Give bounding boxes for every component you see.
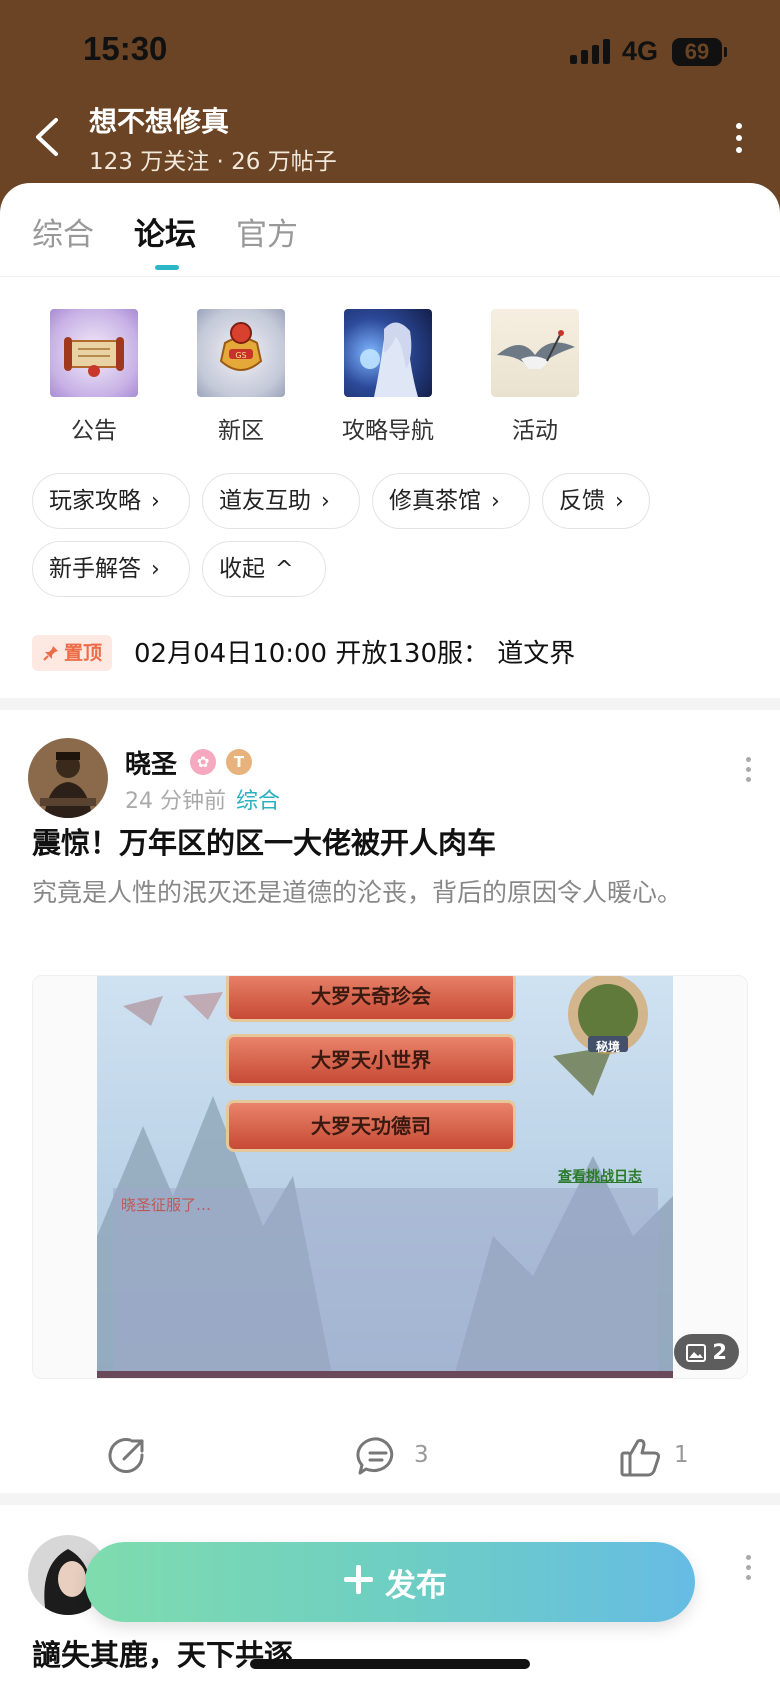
fairy-icon bbox=[344, 309, 432, 397]
crane-icon bbox=[491, 309, 579, 397]
more-options-button[interactable] bbox=[724, 120, 754, 156]
post-card[interactable]: 晓圣 ✿ T 24 分钟前 综合 震惊！万年区的区一大佬被开人肉车 究竟是人性的泯… bbox=[0, 710, 780, 1477]
secret-realm-label: 秘境 bbox=[595, 1040, 620, 1054]
home-indicator bbox=[250, 1659, 530, 1669]
chevron-left-icon bbox=[36, 118, 58, 156]
quick-link-new-server[interactable]: GS 新区 bbox=[186, 309, 296, 445]
challenge-log-link: 查看挑战日志 bbox=[558, 1169, 642, 1185]
status-time: 15:30 bbox=[83, 30, 168, 67]
scroll-icon bbox=[50, 309, 138, 397]
active-tab-indicator bbox=[155, 265, 179, 270]
tab-overview[interactable]: 综合 bbox=[32, 209, 94, 254]
chip-collapse[interactable]: 收起 ^ bbox=[202, 541, 326, 597]
overlay-text: 晓圣征服了… bbox=[121, 1196, 212, 1214]
chip-newbie-qa[interactable]: 新手解答 › bbox=[32, 541, 190, 597]
chip-label: 道友互助 bbox=[219, 488, 311, 514]
chip-label: 收起 bbox=[219, 556, 265, 582]
quick-link-announcement[interactable]: 公告 bbox=[39, 309, 149, 445]
chip-label: 新手解答 bbox=[49, 556, 141, 582]
quick-link-label: 公告 bbox=[71, 418, 117, 444]
post-author[interactable]: 晓圣 bbox=[125, 744, 177, 781]
like-count: 1 bbox=[674, 1442, 689, 1468]
game-button-label: 大罗天奇珍会 bbox=[226, 976, 516, 1022]
back-button[interactable] bbox=[28, 112, 68, 162]
level-badge-icon: ✿ bbox=[190, 749, 216, 775]
post-image[interactable]: 大罗天奇珍会 大罗天小世界 大罗天功德司 秘境 查看挑战日志 晓圣征服了… 2 bbox=[32, 975, 748, 1379]
post-more-button[interactable] bbox=[738, 755, 758, 785]
game-button-label: 大罗天功德司 bbox=[226, 1100, 516, 1152]
pin-icon bbox=[43, 646, 58, 661]
signal-icon bbox=[570, 38, 612, 64]
chevron-right-icon: › bbox=[151, 489, 160, 514]
pinned-post[interactable]: 置顶 02月04日10:00 开放130服： 道文界 bbox=[32, 631, 752, 677]
image-count-badge: 2 bbox=[674, 1334, 739, 1370]
svg-text:GS: GS bbox=[235, 351, 246, 360]
tab-official[interactable]: 官方 bbox=[236, 209, 298, 254]
comment-icon bbox=[356, 1437, 394, 1475]
quick-link-events[interactable]: 活动 bbox=[480, 309, 590, 445]
quick-link-guide-nav[interactable]: 攻略导航 bbox=[333, 309, 443, 445]
chip-mutual-help[interactable]: 道友互助 › bbox=[202, 473, 360, 529]
pinned-badge-label: 置顶 bbox=[64, 642, 103, 664]
chip-label: 玩家攻略 bbox=[49, 488, 141, 514]
chevron-right-icon: › bbox=[151, 557, 160, 582]
chip-label: 修真茶馆 bbox=[389, 488, 481, 514]
chevron-right-icon: › bbox=[491, 489, 500, 514]
post-summary: 究竟是人性的泯灭还是道德的沦丧，背后的原因令人暖心。 bbox=[32, 878, 683, 907]
pinned-title: 02月04日10:00 开放130服： 道文界 bbox=[134, 639, 576, 669]
forum-sheet: 综合 论坛 官方 公告 GS 新区 攻略导航 活动 玩家攻略 › 道友互助 › … bbox=[0, 183, 780, 1688]
share-icon bbox=[108, 1438, 144, 1473]
section-divider bbox=[0, 698, 780, 710]
tab-bar: 综合 论坛 官方 bbox=[0, 183, 780, 277]
quick-link-label: 攻略导航 bbox=[342, 418, 434, 444]
status-bar: 15:30 4G 69 bbox=[0, 0, 780, 100]
quick-link-grid: 公告 GS 新区 攻略导航 活动 bbox=[0, 309, 780, 449]
pinned-badge: 置顶 bbox=[32, 635, 113, 671]
quick-link-label: 活动 bbox=[512, 418, 558, 444]
network-label: 4G bbox=[622, 36, 659, 66]
post-actions: 3 1 bbox=[0, 1425, 780, 1485]
chip-feedback[interactable]: 反馈 › bbox=[542, 473, 650, 529]
comment-button[interactable]: 3 bbox=[356, 1425, 456, 1485]
comment-count: 3 bbox=[414, 1442, 429, 1468]
post-more-button[interactable] bbox=[738, 1553, 758, 1583]
post-time: 24 分钟前 bbox=[125, 789, 226, 814]
share-button[interactable] bbox=[106, 1425, 166, 1485]
chip-tea-house[interactable]: 修真茶馆 › bbox=[372, 473, 530, 529]
forum-title: 想不想修真 bbox=[89, 105, 230, 138]
battery-icon: 69 bbox=[672, 38, 727, 66]
forum-meta: 123 万关注 · 26 万帖子 bbox=[89, 149, 337, 175]
quick-link-label: 新区 bbox=[218, 418, 264, 444]
tab-forum[interactable]: 论坛 bbox=[134, 209, 196, 254]
post-meta: 24 分钟前 综合 bbox=[125, 783, 280, 815]
chevron-right-icon: › bbox=[321, 489, 330, 514]
chip-player-guides[interactable]: 玩家攻略 › bbox=[32, 473, 190, 529]
avatar[interactable] bbox=[28, 738, 108, 818]
post-category[interactable]: 综合 bbox=[236, 789, 280, 814]
chevron-up-icon: ^ bbox=[275, 557, 294, 582]
post-title: 震惊！万年区的区一大佬被开人肉车 bbox=[32, 826, 497, 860]
chip-label: 反馈 bbox=[559, 488, 605, 514]
like-button[interactable]: 1 bbox=[618, 1425, 718, 1485]
game-button-label: 大罗天小世界 bbox=[226, 1034, 516, 1086]
section-divider bbox=[0, 1493, 780, 1505]
title-badge-icon: T bbox=[226, 749, 252, 775]
chevron-right-icon: › bbox=[615, 489, 624, 514]
image-count: 2 bbox=[712, 1340, 727, 1364]
publish-label: 发布 bbox=[385, 1568, 447, 1604]
thumbs-up-icon bbox=[620, 1439, 660, 1477]
publish-button[interactable]: 发布 bbox=[85, 1542, 695, 1622]
plus-icon bbox=[339, 1559, 379, 1599]
treasure-icon: GS bbox=[197, 309, 285, 397]
image-icon bbox=[686, 1344, 707, 1362]
